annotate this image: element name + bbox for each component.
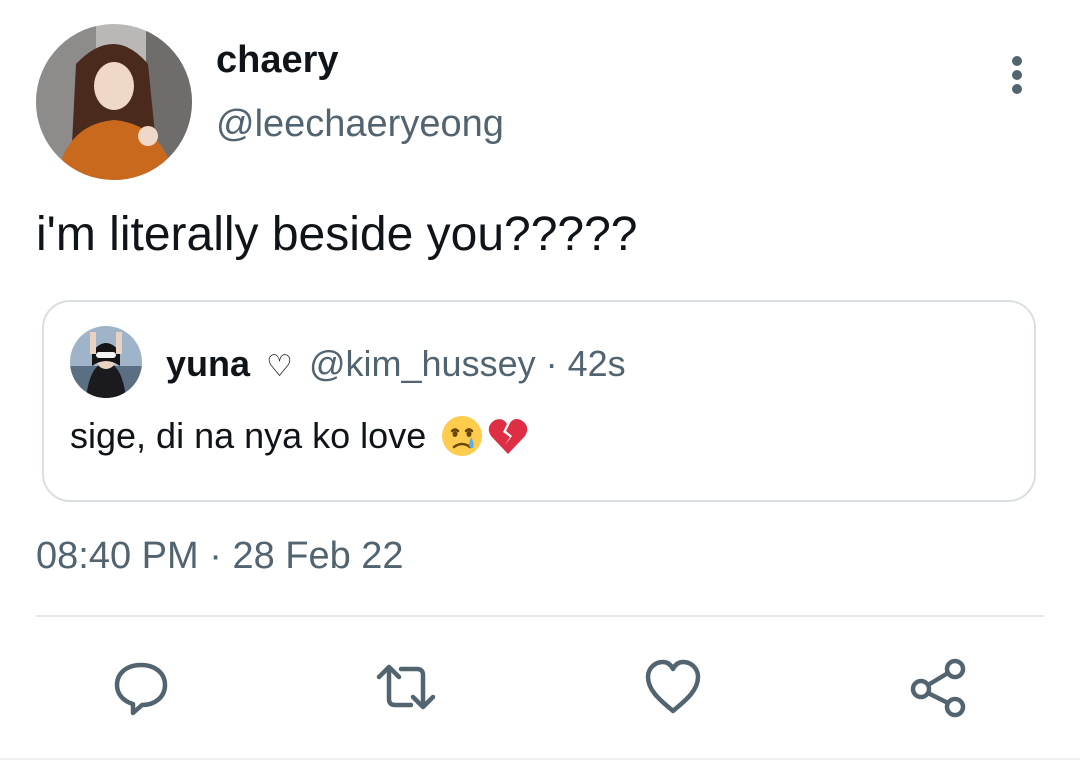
bottom-divider	[0, 758, 1080, 760]
quoted-tweet-text: sige, di na nya ko love	[70, 415, 427, 456]
quoted-age: 42s	[567, 343, 626, 384]
broken-heart-icon	[488, 419, 528, 454]
quoted-author-avatar	[70, 326, 142, 398]
quoted-separator: ·	[545, 343, 558, 384]
tweet-action-bar	[0, 652, 1080, 722]
more-dot	[1012, 84, 1022, 94]
quoted-tweet-text-row: sige, di na nya ko love	[70, 414, 530, 458]
quoted-handle: @kim_hussey	[308, 343, 536, 384]
retweet-icon	[376, 664, 436, 710]
divider	[36, 615, 1044, 617]
tweet-text: i'm literally beside you?????	[36, 208, 638, 261]
avatar-photo	[36, 24, 192, 180]
like-button[interactable]	[638, 652, 708, 722]
tweet-time: 08:40 PM	[36, 535, 199, 577]
quoted-display-name: yuna	[166, 343, 251, 384]
more-dot	[1012, 56, 1022, 66]
share-icon	[910, 658, 966, 718]
author-avatar[interactable]	[36, 24, 192, 180]
quoted-tweet-card[interactable]: yuna ♡ @kim_hussey · 42s sige, di na nya…	[42, 300, 1036, 502]
heart-icon	[645, 659, 701, 714]
reply-button[interactable]	[106, 652, 176, 722]
tweet-timestamp[interactable]: 08:40 PM · 28 Feb 22	[36, 534, 404, 578]
quoted-name-heart: ♡	[266, 350, 293, 383]
share-button[interactable]	[904, 652, 974, 722]
author-handle[interactable]: @leechaeryeong	[216, 102, 504, 146]
crying-face-icon	[442, 416, 483, 456]
reply-icon	[114, 662, 168, 716]
quoted-avatar-photo	[70, 326, 142, 398]
retweet-button[interactable]	[371, 652, 441, 722]
author-display-name[interactable]: chaery	[216, 38, 339, 82]
more-dot	[1012, 70, 1022, 80]
more-options-icon[interactable]	[1000, 52, 1034, 98]
tweet-date: 28 Feb 22	[232, 535, 404, 577]
quoted-tweet-header: yuna ♡ @kim_hussey · 42s	[166, 342, 626, 389]
timestamp-separator: ·	[209, 535, 222, 577]
